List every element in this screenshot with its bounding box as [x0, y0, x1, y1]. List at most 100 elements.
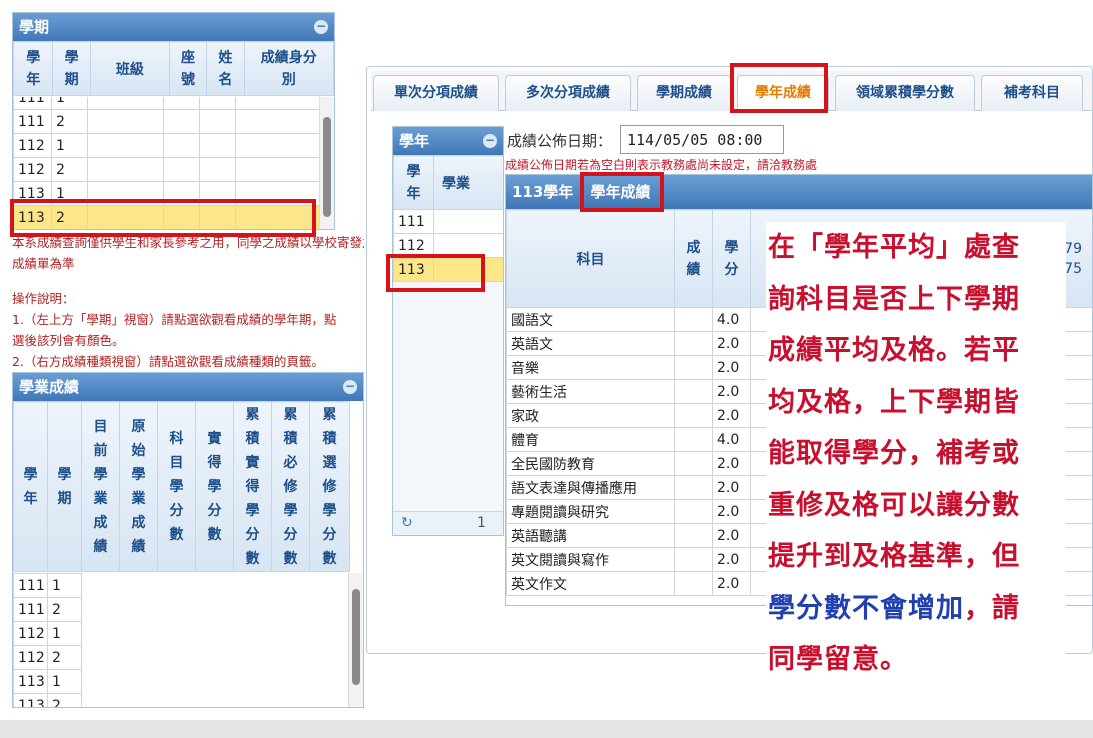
table-row[interactable]: 112 1 [13, 621, 349, 646]
cell-year: 113 [13, 205, 52, 229]
table-row-selected[interactable]: 113 2 [13, 205, 321, 229]
callout-line: 重修及格可以讓分數 [768, 489, 1020, 521]
academic-rows-viewport: 111 1 111 2 112 1 112 2 113 1 113 2 [13, 573, 349, 707]
cell-year: 112 [393, 233, 434, 258]
cell-subject: 專題閱讀與研究 [506, 499, 675, 524]
col-header-term[interactable]: 學期 [47, 401, 82, 572]
cell-credit: 2.0 [712, 403, 751, 428]
callout-line: 學分數不會增加，請 [768, 583, 1066, 635]
cell-subject: 國語文 [506, 307, 675, 332]
col-header-original-grade[interactable]: 原始學業成績 [119, 401, 158, 572]
annotation-callout: 在「學年平均」處查 詢科目是否上下學期 成績平均及格。若平 均及格，上下學期皆 … [766, 222, 1066, 686]
col-header-year[interactable]: 學年 [13, 401, 48, 572]
table-row[interactable]: 111 [393, 209, 503, 234]
tab-semester-grades[interactable]: 學期成績 [637, 75, 731, 111]
col-header-year[interactable]: 學年 [393, 155, 434, 210]
cell-year: 111 [393, 209, 434, 234]
academic-panel-title-text: 學業成績 [19, 378, 80, 396]
tab-single-item[interactable]: 單次分項成績 [373, 75, 499, 111]
cell-credit: 2.0 [712, 475, 751, 500]
col-header-cumulative-earned[interactable]: 累積實得學分數 [233, 401, 272, 572]
cell-subject: 英文作文 [506, 571, 675, 596]
cell-credit: 2.0 [712, 547, 751, 572]
year-panel: 學年 − 學年 學業 111 112 113 ↻ 1 [392, 126, 504, 536]
table-row[interactable]: 113 1 [13, 669, 349, 694]
cell-subject: 英文閱讀與寫作 [506, 547, 675, 572]
pager-number: 1 [477, 515, 486, 531]
tab-year-grades[interactable]: 學年成績 [737, 75, 829, 111]
col-header-current-grade[interactable]: 目前學業成績 [81, 401, 120, 572]
note-line: 1.（左上方「學期」視窗）請點選欲觀看成績的學年期，點 [12, 312, 337, 327]
academic-scrollbar[interactable] [348, 573, 363, 707]
cell-year: 113 [393, 257, 434, 282]
table-row[interactable]: 113 2 [13, 693, 349, 707]
cell-term: 2 [51, 205, 88, 229]
col-header-class[interactable]: 班級 [89, 41, 170, 96]
cell-term: 2 [47, 645, 82, 670]
col-header-credit[interactable]: 學分 [712, 209, 751, 308]
cell-subject: 體育 [506, 427, 675, 452]
callout-line: 成績平均及格。若平 [768, 335, 1020, 366]
scrollbar-thumb[interactable] [323, 117, 331, 217]
collapse-icon[interactable]: − [314, 20, 328, 34]
col-header-subject[interactable]: 科目 [506, 209, 675, 308]
callout-line: 提升到及格基準，但 [768, 541, 1020, 572]
scrollbar-thumb[interactable] [352, 589, 360, 685]
col-header-score[interactable]: 成績 [674, 209, 713, 308]
callout-line: 同學留意。 [768, 644, 908, 675]
col-header-earned-credits[interactable]: 實得學分數 [195, 401, 234, 572]
page-bottom-bar [0, 720, 1093, 738]
note-line: 2.（右方成績種類視窗）請點選欲觀看成績種類的頁籤。 [12, 354, 324, 369]
tab-makeup-subjects[interactable]: 補考科目 [981, 75, 1083, 111]
tab-multi-item[interactable]: 多次分項成績 [505, 75, 631, 111]
col-header-cumulative-elective[interactable]: 累積選修學分數 [309, 401, 350, 572]
semester-panel: 學期 − 學年 學期 班級 座號 姓名 成績身分別 111 1 111 2 112 1… [12, 12, 335, 230]
cell-term: 2 [47, 597, 82, 622]
table-row[interactable]: 111 1 [13, 573, 349, 598]
table-row[interactable]: 112 [393, 233, 503, 258]
refresh-icon[interactable]: ↻ [401, 515, 413, 531]
cell-term: 1 [51, 181, 88, 206]
col-header-year[interactable]: 學年 [13, 41, 54, 96]
cell-term: 1 [51, 97, 88, 110]
year-table: 學年 學業 111 112 113 [393, 155, 503, 282]
semester-scrollbar[interactable] [319, 97, 334, 229]
cell-year: 111 [13, 97, 52, 110]
callout-line-blue-part: 學分數不會增加 [768, 592, 964, 624]
table-row[interactable]: 113 1 [13, 181, 321, 206]
year-panel-title: 學年 − [393, 127, 503, 155]
table-row-selected[interactable]: 113 [393, 257, 503, 282]
semester-table: 學年 學期 班級 座號 姓名 成績身分別 [13, 41, 334, 96]
col-header-name[interactable]: 姓名 [206, 41, 245, 96]
col-header-status[interactable]: 成績身分別 [243, 41, 334, 96]
cell-credit: 2.0 [712, 499, 751, 524]
cell-term: 1 [47, 573, 82, 598]
year-grade-panel-title: 113學年 學年成績 [506, 175, 1092, 209]
academic-panel-title: 學業成績 − [13, 373, 363, 401]
table-row[interactable]: 112 2 [13, 157, 321, 182]
cell-credit: 2.0 [712, 355, 751, 380]
cell-year: 113 [13, 181, 52, 206]
publish-date-field[interactable] [620, 125, 784, 154]
cell-year: 113 [13, 669, 48, 694]
col-header-subject-credits[interactable]: 科目學分數 [157, 401, 196, 572]
table-row[interactable]: 111 2 [13, 109, 321, 134]
table-row[interactable]: 111 2 [13, 597, 349, 622]
tab-domain-credits[interactable]: 領域累積學分數 [835, 75, 975, 111]
col-header-seat[interactable]: 座號 [168, 41, 208, 96]
cell-term: 1 [51, 133, 88, 158]
cell-term: 2 [47, 693, 82, 707]
cell-year: 111 [13, 573, 48, 598]
cell-year: 111 [13, 597, 48, 622]
cell-term: 2 [51, 109, 88, 134]
table-row[interactable]: 111 1 [13, 97, 321, 110]
col-header-academic[interactable]: 學業 [433, 155, 503, 210]
table-row[interactable]: 112 2 [13, 645, 349, 670]
col-header-term[interactable]: 學期 [52, 41, 91, 96]
collapse-icon[interactable]: − [483, 134, 497, 148]
note-line: 本系成績查詢僅供學生和家長參考之用，同學之成績以學校寄發之 [12, 235, 364, 250]
table-row[interactable]: 112 1 [13, 133, 321, 158]
cell-credit: 2.0 [712, 571, 751, 596]
col-header-cumulative-required[interactable]: 累積必修學分數 [271, 401, 310, 572]
collapse-icon[interactable]: − [343, 380, 357, 394]
